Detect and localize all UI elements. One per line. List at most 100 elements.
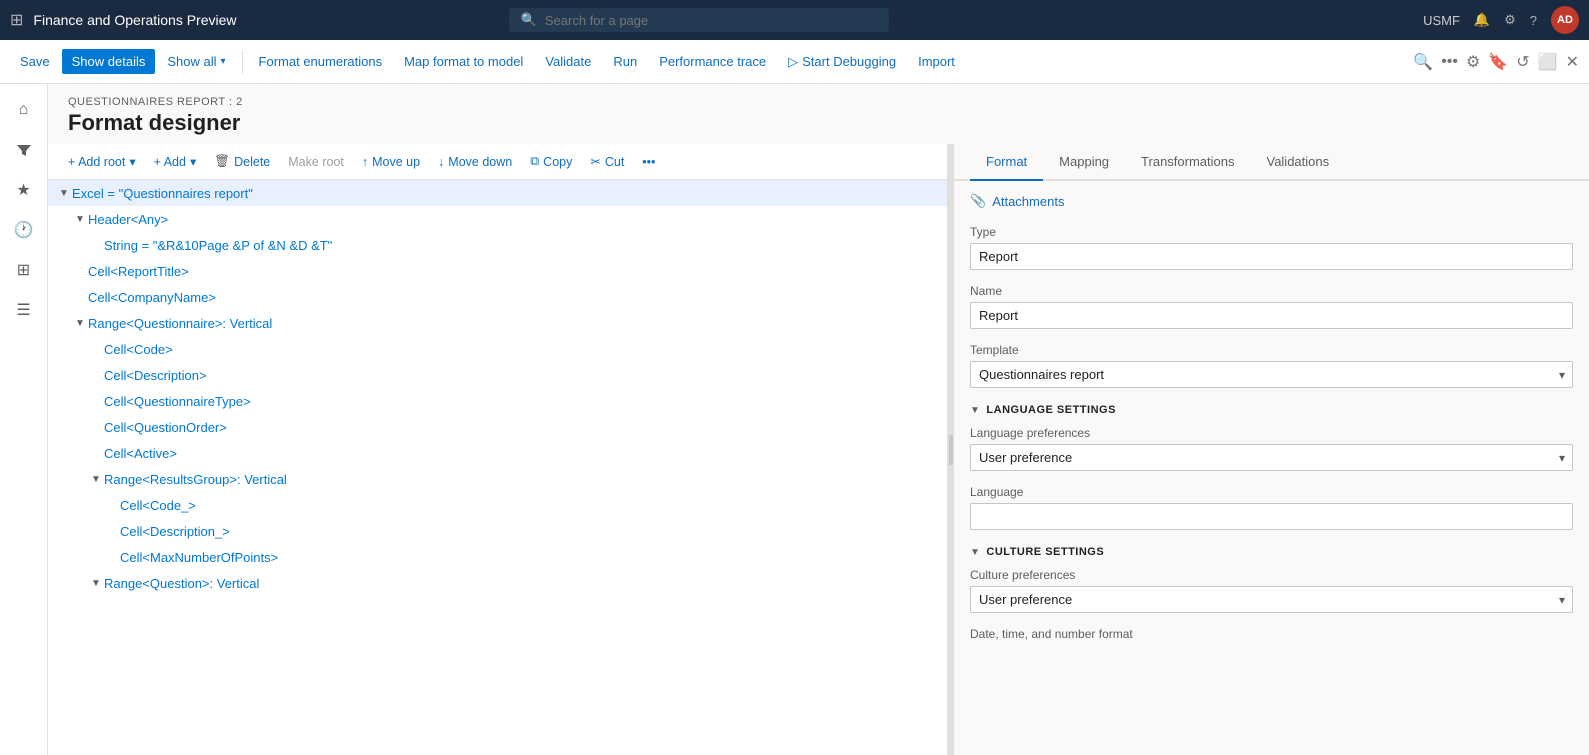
toolbar-right: 🔍 ••• ⚙ 🔖 ↺ ⬜ ✕ <box>1413 52 1579 72</box>
resize-handle[interactable] <box>948 144 954 755</box>
language-settings-header[interactable]: ▼ LANGUAGE SETTINGS <box>970 404 1573 416</box>
tab-format[interactable]: Format <box>970 144 1043 181</box>
culture-settings-toggle[interactable]: ▼ <box>970 547 980 558</box>
tree-node-cell-description2[interactable]: Cell<Description_> <box>48 518 947 544</box>
search-toolbar-icon[interactable]: 🔍 <box>1413 52 1433 72</box>
tree-node-cell-description[interactable]: Cell<Description> <box>48 362 947 388</box>
toggle-header[interactable]: ▼ <box>72 211 88 227</box>
sidebar-filter-icon[interactable] <box>6 132 42 168</box>
sidebar-home-icon[interactable]: ⌂ <box>6 92 42 128</box>
add-button[interactable]: + Add ▾ <box>146 150 205 173</box>
cut-button[interactable]: ✂ Cut <box>582 150 632 173</box>
node-text-company-name: Cell<CompanyName> <box>88 290 216 305</box>
avatar[interactable]: AD <box>1551 6 1579 34</box>
tab-bar: Format Mapping Transformations Validatio… <box>954 144 1589 181</box>
more-options-icon[interactable]: ••• <box>1441 53 1458 71</box>
add-root-button[interactable]: + Add root ▾ <box>60 150 144 173</box>
global-search[interactable]: 🔍 <box>509 8 889 32</box>
template-select[interactable]: Questionnaires report <box>970 361 1573 388</box>
node-text-description: Cell<Description> <box>104 368 207 383</box>
tree-node-cell-code[interactable]: Cell<Code> <box>48 336 947 362</box>
tab-transformations[interactable]: Transformations <box>1125 144 1250 181</box>
show-details-button[interactable]: Show details <box>62 49 156 74</box>
template-label: Template <box>970 343 1573 357</box>
help-icon[interactable]: ? <box>1530 13 1537 28</box>
language-settings-toggle[interactable]: ▼ <box>970 405 980 416</box>
tree-node-range-results-group[interactable]: ▼ Range<ResultsGroup>: Vertical <box>48 466 947 492</box>
tree-node-range-question[interactable]: ▼ Range<Question>: Vertical <box>48 570 947 596</box>
grid-menu-icon[interactable]: ⊞ <box>10 10 23 30</box>
tree-node-range-questionnaire[interactable]: ▼ Range<Questionnaire>: Vertical <box>48 310 947 336</box>
tree-node-cell-code2[interactable]: Cell<Code_> <box>48 492 947 518</box>
tab-mapping[interactable]: Mapping <box>1043 144 1125 181</box>
copy-button[interactable]: ⧉ Copy <box>522 150 580 173</box>
type-input[interactable] <box>970 243 1573 270</box>
move-down-button[interactable]: ↓ Move down <box>430 151 520 173</box>
make-root-button[interactable]: Make root <box>280 151 352 173</box>
props-content: 📎 Attachments Type Name <box>954 181 1589 755</box>
tree-node-cell-max-points[interactable]: Cell<MaxNumberOfPoints> <box>48 544 947 570</box>
tree-node-cell-report-title[interactable]: Cell<ReportTitle> <box>48 258 947 284</box>
node-text-string: String = "&R&10Page &P of &N &D &T" <box>104 238 332 253</box>
notification-icon[interactable]: 🔔 <box>1474 12 1490 28</box>
save-button[interactable]: Save <box>10 49 60 74</box>
map-format-to-model-button[interactable]: Map format to model <box>394 49 533 74</box>
node-text-question-order: Cell<QuestionOrder> <box>104 420 227 435</box>
node-text-code2: Cell<Code_> <box>120 498 196 513</box>
sidebar-recent-icon[interactable]: 🕐 <box>6 212 42 248</box>
node-text-questionnaire: Range<Questionnaire>: Vertical <box>88 316 272 331</box>
props-panel: Format Mapping Transformations Validatio… <box>954 144 1589 755</box>
add-caret: ▾ <box>190 154 196 169</box>
run-button[interactable]: Run <box>603 49 647 74</box>
sidebar-star-icon[interactable]: ★ <box>6 172 42 208</box>
move-up-button[interactable]: ↑ Move up <box>354 151 428 173</box>
bookmark-toolbar-icon[interactable]: 🔖 <box>1488 52 1508 72</box>
tree-node-string[interactable]: String = "&R&10Page &P of &N &D &T" <box>48 232 947 258</box>
search-input[interactable] <box>545 13 877 28</box>
toggle-max-points <box>104 549 120 565</box>
name-input[interactable] <box>970 302 1573 329</box>
show-all-button[interactable]: Show all ▾ <box>157 49 235 74</box>
start-debugging-button[interactable]: ▷ Start Debugging <box>778 49 906 75</box>
delete-button[interactable]: 🗑 Delete <box>206 150 278 173</box>
name-label: Name <box>970 284 1573 298</box>
toggle-questionnaire[interactable]: ▼ <box>72 315 88 331</box>
tree-node-root[interactable]: ▼ Excel = "Questionnaires report" <box>48 180 947 206</box>
import-button[interactable]: Import <box>908 49 965 74</box>
toolbar-separator-1 <box>242 50 243 74</box>
tree-node-cell-company-name[interactable]: Cell<CompanyName> <box>48 284 947 310</box>
copy-icon: ⧉ <box>530 154 539 169</box>
close-icon[interactable]: ✕ <box>1566 52 1579 72</box>
toggle-code <box>88 341 104 357</box>
attachments-link[interactable]: 📎 Attachments <box>970 193 1573 209</box>
tree-node-cell-active[interactable]: Cell<Active> <box>48 440 947 466</box>
settings-icon[interactable]: ⚙ <box>1504 12 1516 28</box>
tree-content[interactable]: ▼ Excel = "Questionnaires report" ▼ Head… <box>48 180 947 755</box>
tree-panel: + Add root ▾ + Add ▾ 🗑 Delete Make root <box>48 144 948 755</box>
format-enumerations-button[interactable]: Format enumerations <box>249 49 393 74</box>
more-tree-actions[interactable]: ••• <box>634 151 663 173</box>
toggle-root[interactable]: ▼ <box>56 185 72 201</box>
sidebar-icons: ⌂ ★ 🕐 ⊞ ☰ <box>0 84 48 755</box>
tree-node-header[interactable]: ▼ Header<Any> <box>48 206 947 232</box>
language-input[interactable] <box>970 503 1573 530</box>
culture-prefs-select[interactable]: User preference <box>970 586 1573 613</box>
toggle-results-group[interactable]: ▼ <box>88 471 104 487</box>
node-text-header: Header<Any> <box>88 212 168 227</box>
node-text-code: Cell<Code> <box>104 342 173 357</box>
prop-group-language: Language <box>970 485 1573 530</box>
expand-icon[interactable]: ⬜ <box>1538 52 1558 72</box>
culture-settings-header[interactable]: ▼ CULTURE SETTINGS <box>970 546 1573 558</box>
refresh-icon[interactable]: ↺ <box>1516 52 1529 72</box>
settings-toolbar-icon[interactable]: ⚙ <box>1466 52 1480 72</box>
performance-trace-button[interactable]: Performance trace <box>649 49 776 74</box>
toggle-question[interactable]: ▼ <box>88 575 104 591</box>
tab-validations[interactable]: Validations <box>1250 144 1345 181</box>
node-text-report-title: Cell<ReportTitle> <box>88 264 189 279</box>
sidebar-list-icon[interactable]: ☰ <box>6 292 42 328</box>
sidebar-workspace-icon[interactable]: ⊞ <box>6 252 42 288</box>
tree-node-cell-question-order[interactable]: Cell<QuestionOrder> <box>48 414 947 440</box>
tree-node-cell-questionnaire-type[interactable]: Cell<QuestionnaireType> <box>48 388 947 414</box>
validate-button[interactable]: Validate <box>535 49 601 74</box>
language-prefs-select[interactable]: User preference <box>970 444 1573 471</box>
